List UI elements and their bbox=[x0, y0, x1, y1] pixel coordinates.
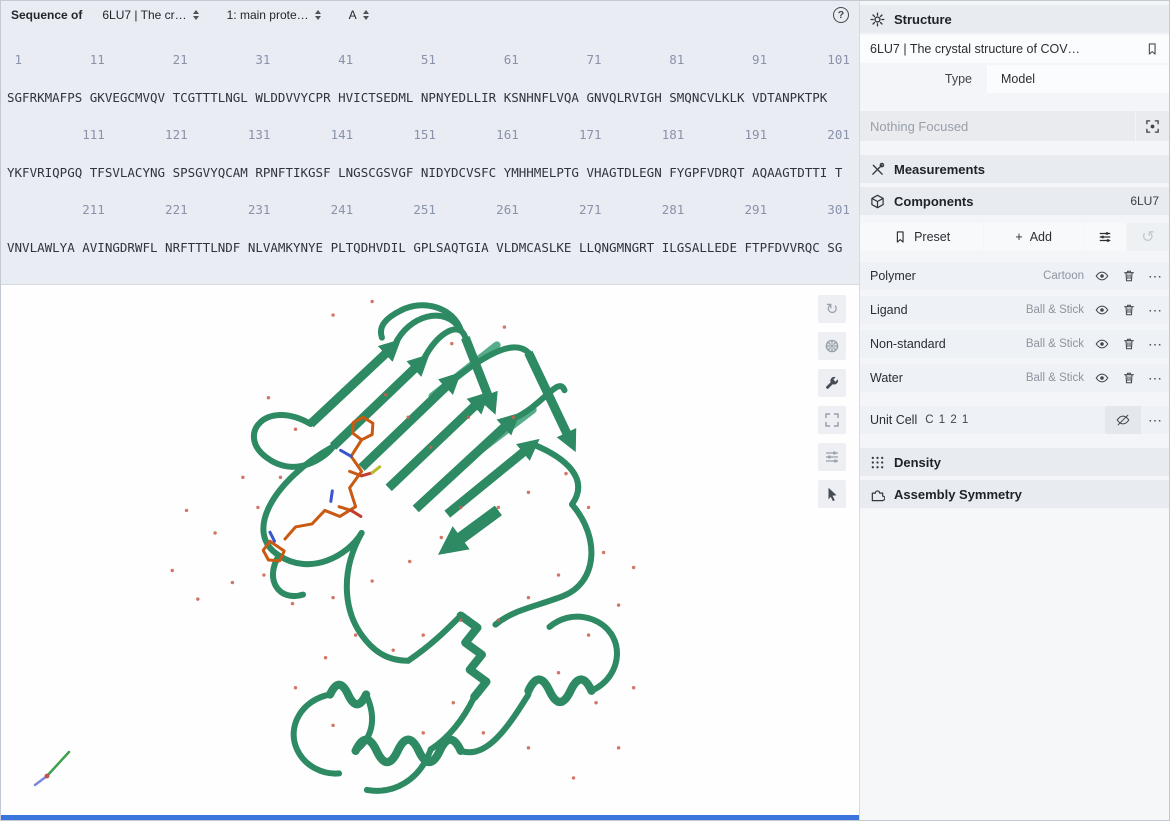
updown-arrows-icon bbox=[315, 10, 321, 20]
structure-select[interactable]: 6LU7 | The cr… bbox=[102, 8, 198, 22]
component-row-ligand[interactable]: Ligand Ball & Stick ⋯ bbox=[860, 296, 1169, 324]
reset-camera-icon[interactable]: ↻ bbox=[818, 295, 846, 323]
updown-arrows-icon bbox=[363, 10, 369, 20]
chain-select-value: A bbox=[349, 8, 357, 22]
delete-trash-icon[interactable] bbox=[1115, 296, 1142, 324]
delete-trash-icon[interactable] bbox=[1115, 330, 1142, 358]
updown-arrows-icon bbox=[193, 10, 199, 20]
visibility-eye-icon[interactable] bbox=[1088, 296, 1115, 324]
components-section-header[interactable]: Components 6LU7 bbox=[860, 187, 1169, 215]
sequence-panel: Sequence of 6LU7 | The cr… 1: main prote… bbox=[1, 1, 859, 285]
component-name: Polymer bbox=[860, 269, 1043, 283]
component-row-non-standard[interactable]: Non-standard Ball & Stick ⋯ bbox=[860, 330, 1169, 358]
component-row-water[interactable]: Water Ball & Stick ⋯ bbox=[860, 364, 1169, 392]
visibility-eye-icon[interactable] bbox=[1088, 330, 1115, 358]
type-label: Type bbox=[860, 65, 986, 93]
component-representation: Ball & Stick bbox=[1026, 304, 1084, 316]
measurements-section-header[interactable]: Measurements bbox=[860, 155, 1169, 183]
more-options-button[interactable]: ⋯ bbox=[1142, 296, 1169, 324]
type-value[interactable]: Model bbox=[987, 65, 1169, 93]
structure-type-row: Type Model bbox=[860, 65, 1169, 93]
control-sidebar: Structure 6LU7 | The crystal structure o… bbox=[859, 1, 1169, 820]
residue-line[interactable]: VNVLAWLYA AVINGDRWFL NRFTTTLNDF NLVAMKYN… bbox=[7, 242, 853, 255]
residue-number-line: 211 221 231 241 251 261 271 281 291 301 bbox=[7, 204, 853, 217]
visibility-eye-off-icon[interactable] bbox=[1105, 406, 1141, 434]
bookmark-icon[interactable] bbox=[1145, 42, 1159, 56]
more-options-button[interactable]: ⋯ bbox=[1142, 364, 1169, 392]
residue-line[interactable]: SGFRKMAFPS GKVEGCMVQV TCGTTTLNGL WLDDVVY… bbox=[7, 92, 853, 105]
gear-icon bbox=[870, 12, 885, 27]
help-icon[interactable]: ? bbox=[833, 7, 849, 23]
density-section-title: Density bbox=[894, 455, 941, 470]
density-grid-icon bbox=[870, 455, 885, 470]
components-action-row: Preset + Add ↺ bbox=[860, 223, 1169, 251]
structure-section-header[interactable]: Structure bbox=[860, 5, 1169, 33]
component-representation: Ball & Stick bbox=[1026, 338, 1084, 350]
sidebar-empty-area bbox=[860, 510, 1169, 820]
molecule-canvas[interactable] bbox=[1, 285, 859, 820]
sequence-header: Sequence of 6LU7 | The cr… 1: main prote… bbox=[1, 1, 859, 28]
components-cube-icon bbox=[870, 194, 885, 209]
component-options-sliders-icon[interactable] bbox=[1084, 223, 1126, 251]
screenshot-icon[interactable] bbox=[818, 332, 846, 360]
unit-cell-spacegroup: C 1 2 1 bbox=[925, 414, 969, 426]
residue-number-line: 1 11 21 31 41 51 61 71 81 91 101 bbox=[7, 54, 853, 67]
3d-viewport[interactable]: ↻ bbox=[1, 285, 859, 820]
focus-row: Nothing Focused bbox=[860, 111, 1169, 141]
component-name: Non-standard bbox=[860, 337, 1026, 351]
assembly-symmetry-section-header[interactable]: Assembly Symmetry bbox=[860, 480, 1169, 508]
component-name: Ligand bbox=[860, 303, 1026, 317]
settings-sliders-icon[interactable] bbox=[818, 443, 846, 471]
preset-button[interactable]: Preset bbox=[860, 223, 983, 251]
puzzle-icon bbox=[870, 487, 885, 502]
axes-widget[interactable] bbox=[17, 732, 81, 796]
unit-cell-name: Unit Cell bbox=[860, 413, 917, 427]
measurement-tools-icon bbox=[870, 162, 885, 177]
more-options-button[interactable]: ⋯ bbox=[1142, 262, 1169, 290]
preset-bookmark-icon bbox=[893, 230, 907, 244]
component-row-polymer[interactable]: Polymer Cartoon ⋯ bbox=[860, 262, 1169, 290]
visibility-eye-icon[interactable] bbox=[1088, 364, 1115, 392]
focus-target-icon[interactable] bbox=[1136, 111, 1169, 141]
structure-section-title: Structure bbox=[894, 12, 952, 27]
structure-entry-row[interactable]: 6LU7 | The crystal structure of COV… bbox=[860, 35, 1169, 63]
residue-line[interactable]: YKFVRIQPGQ TFSVLACYNG SPSGVYQCAM RPNFTIK… bbox=[7, 167, 853, 180]
plus-icon: + bbox=[1015, 230, 1022, 244]
component-representation: Cartoon bbox=[1043, 270, 1084, 282]
visibility-eye-icon[interactable] bbox=[1088, 262, 1115, 290]
components-section-title: Components bbox=[894, 194, 973, 209]
sequence-lines: 1 11 21 31 41 51 61 71 81 91 101 SGFRKMA… bbox=[1, 28, 859, 282]
delete-trash-icon[interactable] bbox=[1115, 364, 1142, 392]
add-component-button[interactable]: + Add bbox=[984, 223, 1083, 251]
unit-cell-row[interactable]: Unit Cell C 1 2 1 ⋯ bbox=[860, 406, 1169, 434]
focus-status-field: Nothing Focused bbox=[860, 111, 1135, 141]
component-name: Water bbox=[860, 371, 1026, 385]
entity-select[interactable]: 1: main prote… bbox=[227, 8, 321, 22]
main-column: Sequence of 6LU7 | The cr… 1: main prote… bbox=[1, 1, 859, 820]
more-options-button[interactable]: ⋯ bbox=[1142, 330, 1169, 358]
molstar-viewer-window: Sequence of 6LU7 | The cr… 1: main prote… bbox=[0, 0, 1170, 821]
viewport-toolbar: ↻ bbox=[818, 295, 846, 508]
entity-select-value: 1: main prote… bbox=[227, 8, 309, 22]
components-structure-badge: 6LU7 bbox=[1130, 194, 1159, 208]
undo-history-icon[interactable]: ↺ bbox=[1127, 223, 1169, 251]
controls-wrench-icon[interactable] bbox=[818, 369, 846, 397]
component-representation: Ball & Stick bbox=[1026, 372, 1084, 384]
viewport-bottom-accent-bar bbox=[1, 815, 859, 820]
sequence-of-label: Sequence of bbox=[11, 8, 82, 22]
expand-icon[interactable] bbox=[818, 406, 846, 434]
density-section-header[interactable]: Density bbox=[860, 448, 1169, 476]
selection-cursor-icon[interactable] bbox=[818, 480, 846, 508]
chain-select[interactable]: A bbox=[349, 8, 369, 22]
more-options-button[interactable]: ⋯ bbox=[1142, 406, 1169, 434]
structure-select-value: 6LU7 | The cr… bbox=[102, 8, 186, 22]
residue-number-line: 111 121 131 141 151 161 171 181 191 201 bbox=[7, 129, 853, 142]
measurements-section-title: Measurements bbox=[894, 162, 985, 177]
structure-entry-title: 6LU7 | The crystal structure of COV… bbox=[870, 42, 1137, 56]
delete-trash-icon[interactable] bbox=[1115, 262, 1142, 290]
assembly-symmetry-section-title: Assembly Symmetry bbox=[894, 487, 1022, 502]
